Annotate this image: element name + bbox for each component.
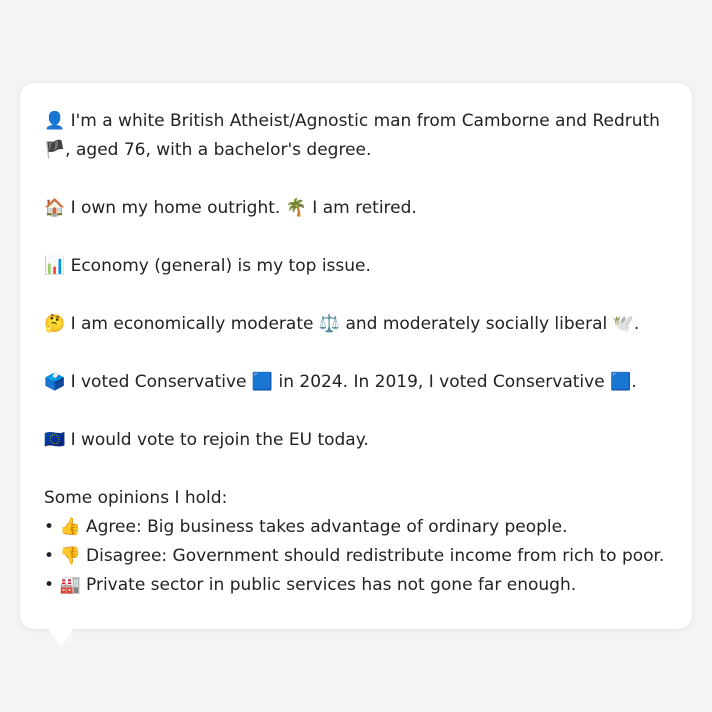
dove-icon: 🕊️ [612,314,634,334]
thinking-face-icon: 🤔 [44,314,66,334]
blue-square-icon: 🟦 [251,372,274,392]
scales-icon: ⚖️ [318,314,341,334]
eu-text: I would vote to rejoin the EU today. [65,430,369,450]
eu-line: 🇪🇺 I would vote to rejoin the EU today. [44,426,668,455]
period-text: . [631,372,637,392]
identity-line: 👤 I'm a white British Atheist/Agnostic m… [44,107,668,165]
eu-flag-icon: 🇪🇺 [44,430,66,450]
list-item: • 👎 Disagree: Government should redistri… [44,542,668,571]
retired-text: I am retired. [306,198,417,218]
home-text: I own my home outright. [65,198,286,218]
bullet: • [44,517,60,537]
list-item: • 👍 Agree: Big business takes advantage … [44,513,668,542]
identity-text: I'm a white British Atheist/Agnostic man… [65,111,660,131]
bubble-tail [44,622,78,648]
opinion-text: Private sector in public services has no… [80,575,577,595]
top-issue-text: Economy (general) is my top issue. [65,256,371,276]
thumbs-down-icon: 👎 [59,546,81,566]
political-views-line: 🤔 I am economically moderate ⚖️ and mode… [44,310,668,339]
palm-tree-icon: 🌴 [285,198,307,218]
opinions-heading: Some opinions I hold: [44,488,228,508]
bullet: • [44,575,60,595]
persona-message-bubble: 👤 I'm a white British Atheist/Agnostic m… [20,83,692,629]
social-view-text: and moderately socially liberal [340,314,613,334]
bullet: • [44,546,60,566]
ballot-box-icon: 🗳️ [44,372,66,392]
vote-history-line: 🗳️ I voted Conservative 🟦 in 2024. In 20… [44,368,668,397]
vote-2024-text: I voted Conservative [65,372,252,392]
vote-2019-text: in 2024. In 2019, I voted Conservative [273,372,611,392]
period-text: . [633,314,640,334]
chart-icon: 📊 [44,256,66,276]
identity-text-2: , aged 76, with a bachelor's degree. [65,140,372,160]
opinions-section: Some opinions I hold: • 👍 Agree: Big bus… [44,484,668,600]
person-icon: 👤 [44,111,66,131]
blue-square-icon: 🟦 [610,372,632,392]
opinion-text: Agree: Big business takes advantage of o… [80,517,568,537]
top-issue-line: 📊 Economy (general) is my top issue. [44,252,668,281]
economic-view-text: I am economically moderate [65,314,319,334]
list-item: • 🏭 Private sector in public services ha… [44,571,668,600]
opinion-text: Disagree: Government should redistribute… [80,546,665,566]
home-line: 🏠 I own my home outright. 🌴 I am retired… [44,194,668,223]
thumbs-up-icon: 👍 [59,517,81,537]
factory-icon: 🏭 [59,575,81,595]
england-flag-icon: 🏴 [44,140,66,160]
house-icon: 🏠 [44,198,66,218]
